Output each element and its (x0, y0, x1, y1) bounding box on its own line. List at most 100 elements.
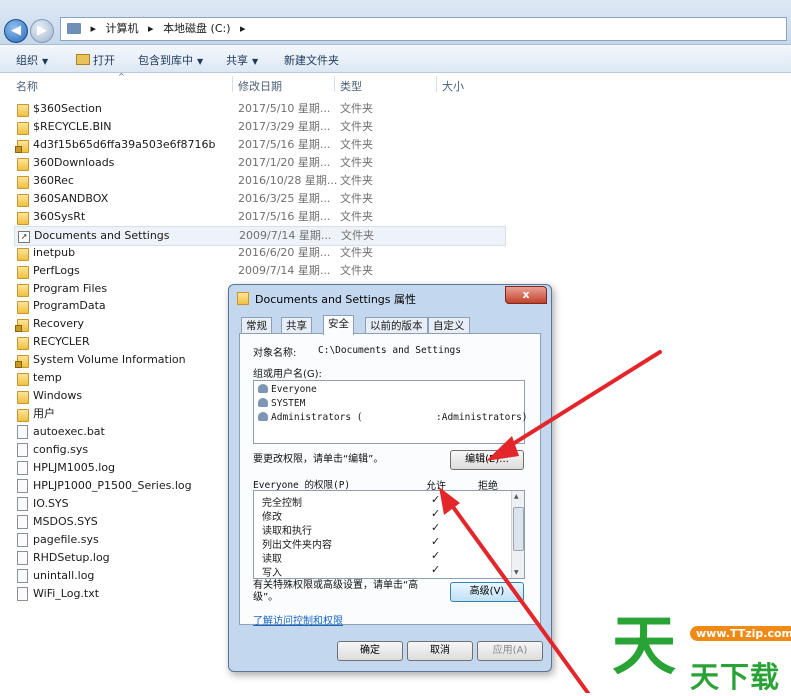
file-row[interactable]: 360Downloads 2017/1/20 星期... 文件夹 (14, 154, 504, 172)
permissions-list[interactable]: 完全控制 ✓ 修改 ✓ 读取和执行 ✓ 列出文件夹内容 ✓ 读取 ✓ 写入 ✓ ▲ ▼ (253, 490, 525, 579)
close-button[interactable]: x (505, 286, 547, 304)
column-divider[interactable] (436, 76, 437, 92)
file-modified-date: 2016/3/25 星期... (238, 191, 331, 205)
groups-label: 组或用户名(G): (253, 369, 322, 380)
breadcrumb-separator: ▸ (90, 22, 97, 35)
include-in-library-menu[interactable]: 包含到库中 ▼ (138, 52, 203, 68)
tab-sharing[interactable]: 共享 (281, 317, 312, 334)
file-row[interactable]: 4d3f15b65d6ffa39a503e6f8716b 2017/5/16 星期… (14, 136, 504, 154)
file-type: 文件夹 (340, 102, 373, 115)
permission-name: 读取和执行 (262, 526, 312, 537)
file-type: 文件夹 (340, 137, 373, 151)
dropdown-arrow-icon: ▼ (252, 57, 259, 66)
tab-customize[interactable]: 自定义 (428, 317, 470, 334)
tab-previous-versions[interactable]: 以前的版本 (365, 317, 428, 334)
file-row[interactable]: $360Section 2017/5/10 星期... 文件夹 (14, 100, 504, 118)
file-type: 文件夹 (340, 173, 373, 187)
column-header-name[interactable]: 名称 (16, 78, 38, 94)
locked-folder-icon (15, 319, 29, 333)
user-item-everyone[interactable]: Everyone (258, 384, 317, 395)
edit-button[interactable]: 编辑(E)... (450, 450, 524, 470)
scroll-up-icon[interactable]: ▲ (514, 493, 519, 500)
file-icon (17, 478, 28, 493)
breadcrumb-separator: ▸ (240, 22, 246, 35)
address-bar: ◀ ▶ ▸ 计算机 ▸ 本地磁盘 (C:) ▸ (0, 0, 791, 45)
watermark-url: www.TTzip.com (690, 626, 791, 641)
open-label: 打开 (93, 54, 115, 67)
allow-check-icon: ✓ (431, 549, 441, 562)
user-item-system[interactable]: SYSTEM (258, 398, 305, 409)
file-row[interactable]: PerfLogs 2009/7/14 星期... 文件夹 (14, 262, 504, 280)
folder-icon (237, 292, 249, 305)
folder-icon (17, 265, 29, 279)
permission-name: 修改 (262, 512, 282, 523)
security-panel: 对象名称: C:\Documents and Settings 组或用户名(G)… (239, 333, 541, 627)
user-list[interactable]: Everyone SYSTEM Administrators (:Adminis… (253, 380, 528, 444)
file-type: 文件夹 (340, 245, 373, 259)
permission-name: 列出文件夹内容 (262, 540, 332, 551)
user-item-administrators[interactable]: Administrators (:Administrators) (258, 412, 528, 423)
watermark-text: 天下载 (690, 660, 781, 694)
ok-button[interactable]: 确定 (337, 641, 403, 661)
file-row[interactable]: $RECYCLE.BIN 2017/3/29 星期... 文件夹 (14, 118, 504, 136)
open-button[interactable]: 打开 (76, 52, 115, 68)
folder-icon (17, 104, 29, 117)
folder-icon (17, 337, 29, 351)
forward-button[interactable]: ▶ (30, 19, 54, 43)
scroll-down-icon[interactable]: ▼ (514, 569, 519, 576)
file-row[interactable]: 360SANDBOX 2016/3/25 星期... 文件夹 (14, 190, 504, 208)
file-icon (17, 568, 28, 583)
file-type: 文件夹 (340, 119, 373, 133)
tab-general[interactable]: 常规 (241, 317, 272, 334)
advanced-button[interactable]: 高级(V) (450, 582, 524, 602)
file-name: Documents and Settings (34, 228, 170, 242)
file-icon (17, 532, 28, 547)
file-row[interactable]: 360Rec 2016/10/28 星期... 文件夹 (14, 172, 504, 190)
breadcrumb-item-drive[interactable]: 本地磁盘 (C:) (163, 22, 230, 35)
folder-icon (17, 373, 29, 387)
column-header-size[interactable]: 大小 (442, 78, 464, 94)
file-name: autoexec.bat (33, 425, 105, 439)
shortcut-icon: ↗ (18, 230, 30, 243)
apply-button[interactable]: 应用(A) (477, 641, 543, 661)
locked-folder-icon (15, 355, 29, 369)
file-modified-date: 2017/1/20 星期... (238, 155, 331, 169)
share-menu[interactable]: 共享 ▼ (226, 52, 258, 68)
users-icon (258, 398, 268, 407)
new-folder-button[interactable]: 新建文件夹 (284, 52, 339, 68)
column-header-modified[interactable]: 修改日期 (238, 78, 282, 94)
column-header-type[interactable]: 类型 (340, 78, 362, 94)
cancel-button[interactable]: 取消 (407, 641, 473, 661)
scrollbar-thumb[interactable] (513, 507, 524, 551)
folder-icon (17, 391, 29, 405)
access-control-help-link[interactable]: 了解访问控制和权限 (253, 612, 343, 627)
file-icon (17, 443, 28, 458)
watermark-logo: 天 www.TTzip.com 天下载 (612, 612, 791, 694)
file-type: 文件夹 (340, 155, 373, 169)
file-icon (17, 550, 28, 565)
file-name: 360Downloads (33, 155, 115, 169)
file-name: HPLJM1005.log (33, 461, 116, 474)
column-divider[interactable] (232, 76, 233, 92)
file-type: 文件夹 (341, 228, 374, 242)
breadcrumb-item-computer[interactable]: 计算机 (106, 22, 139, 35)
advanced-hint: 有关特殊权限或高级设置，请单击“高级”。 (253, 580, 419, 603)
back-button[interactable]: ◀ (4, 19, 28, 43)
file-row[interactable]: 360SysRt 2017/5/16 星期... 文件夹 (14, 208, 504, 226)
users-icon (258, 384, 268, 393)
scrollbar[interactable]: ▲ ▼ (511, 491, 524, 578)
file-name: RECYCLER (33, 335, 90, 349)
organize-menu[interactable]: 组织 ▼ (16, 52, 48, 68)
dropdown-arrow-icon: ▼ (197, 57, 204, 66)
permission-name: 完全控制 (262, 498, 302, 509)
permission-name: 写入 (262, 568, 282, 579)
folder-icon (17, 301, 29, 315)
breadcrumb[interactable]: ▸ 计算机 ▸ 本地磁盘 (C:) ▸ (60, 17, 787, 41)
users-icon (258, 412, 268, 421)
column-divider[interactable] (334, 76, 335, 92)
file-type: 文件夹 (340, 263, 373, 277)
column-headers: 名称 ^ 修改日期 类型 大小 (0, 72, 791, 94)
file-row[interactable]: inetpub 2016/6/20 星期... 文件夹 (14, 244, 504, 262)
tab-security[interactable]: 安全 (323, 315, 354, 335)
file-modified-date: 2009/7/14 星期... (238, 263, 331, 277)
